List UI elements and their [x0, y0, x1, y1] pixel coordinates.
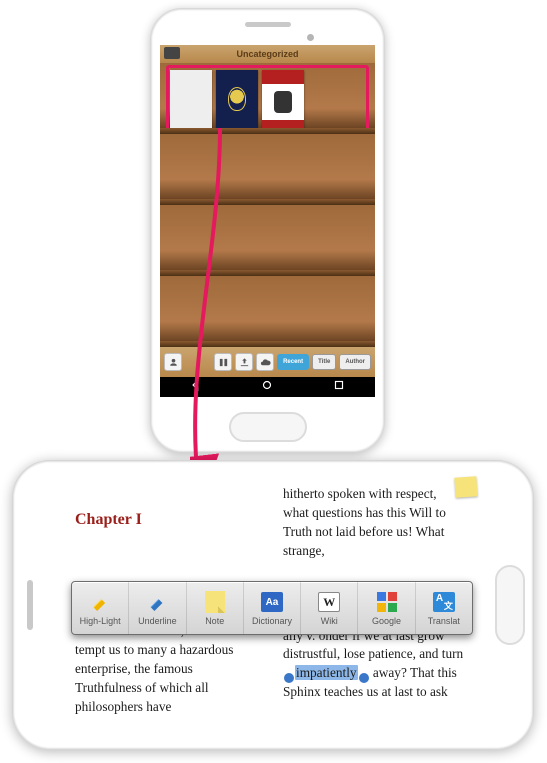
- portrait-screen: Uncategorized: [160, 45, 375, 397]
- book-cover-art: [274, 91, 292, 113]
- landscape-screen: Chapter I Preju 1. The Will to Truth, wh…: [57, 471, 483, 739]
- sort-title-button[interactable]: Title: [312, 354, 336, 370]
- phone-portrait-frame: Uncategorized: [150, 8, 385, 453]
- category-title: Uncategorized: [236, 49, 298, 59]
- button-label: Underline: [138, 616, 177, 626]
- nav-home-icon[interactable]: [260, 378, 274, 397]
- underline-button[interactable]: Underline: [129, 582, 186, 634]
- translate-button[interactable]: Translat: [416, 582, 472, 634]
- shelf-row: [160, 134, 375, 205]
- chapter-heading: Chapter I: [75, 509, 257, 532]
- button-label: Translat: [428, 616, 460, 626]
- button-label: Dictionary: [252, 616, 292, 626]
- book-item[interactable]: [262, 70, 304, 128]
- button-label: Wiki: [321, 616, 338, 626]
- bookshelf-header: Uncategorized: [160, 45, 375, 63]
- bookshelf-footer-toolbar: Recent Title Author: [160, 347, 375, 377]
- book-cover-art: [228, 87, 246, 111]
- front-camera: [307, 34, 314, 41]
- view-list-icon[interactable]: [214, 353, 232, 371]
- underline-icon: [147, 592, 167, 612]
- shelf-row: [160, 205, 375, 276]
- button-label: Note: [205, 616, 224, 626]
- sort-author-button[interactable]: Author: [339, 354, 371, 370]
- import-icon[interactable]: [235, 353, 253, 371]
- body-paragraph: hitherto spoken with respect, what quest…: [283, 485, 465, 561]
- selection-end-handle[interactable]: [359, 673, 369, 683]
- nav-recent-icon[interactable]: [332, 378, 346, 397]
- shelf-row: [160, 276, 375, 347]
- button-label: Google: [372, 616, 401, 626]
- google-icon: [377, 592, 397, 612]
- selected-text[interactable]: impatiently: [295, 665, 358, 680]
- body-paragraph: 1. The Will to Truth, which is to tempt …: [75, 622, 257, 716]
- highlight-icon: [90, 592, 110, 612]
- text-selection-toolbar: High-Light Underline Note Aa Dictionary …: [71, 581, 473, 635]
- wiki-button[interactable]: W Wiki: [301, 582, 358, 634]
- selection-start-handle[interactable]: [284, 673, 294, 683]
- shelf-row: [160, 63, 375, 134]
- bookshelf-app: Uncategorized: [160, 45, 375, 397]
- earpiece: [27, 580, 33, 630]
- book-item[interactable]: [170, 70, 212, 128]
- highlight-button[interactable]: High-Light: [72, 582, 129, 634]
- phone-landscape-frame: Chapter I Preju 1. The Will to Truth, wh…: [12, 460, 534, 750]
- android-nav-bar: [160, 377, 375, 397]
- nav-back-icon[interactable]: [189, 378, 203, 397]
- dictionary-icon: Aa: [261, 592, 283, 612]
- hardware-home-button[interactable]: [495, 565, 525, 645]
- translate-icon: [433, 592, 455, 612]
- button-label: High-Light: [80, 616, 121, 626]
- wiki-icon: W: [318, 592, 340, 612]
- earpiece: [245, 22, 291, 27]
- note-button[interactable]: Note: [187, 582, 244, 634]
- sort-recent-button[interactable]: Recent: [277, 354, 309, 370]
- cloud-icon[interactable]: [256, 353, 274, 371]
- hardware-home-button[interactable]: [229, 412, 307, 442]
- book-item[interactable]: [216, 70, 258, 128]
- profile-icon[interactable]: [164, 353, 182, 371]
- shelves-container: [160, 63, 375, 347]
- folder-icon[interactable]: [164, 47, 180, 59]
- dictionary-button[interactable]: Aa Dictionary: [244, 582, 301, 634]
- google-button[interactable]: Google: [358, 582, 415, 634]
- note-icon: [205, 591, 225, 613]
